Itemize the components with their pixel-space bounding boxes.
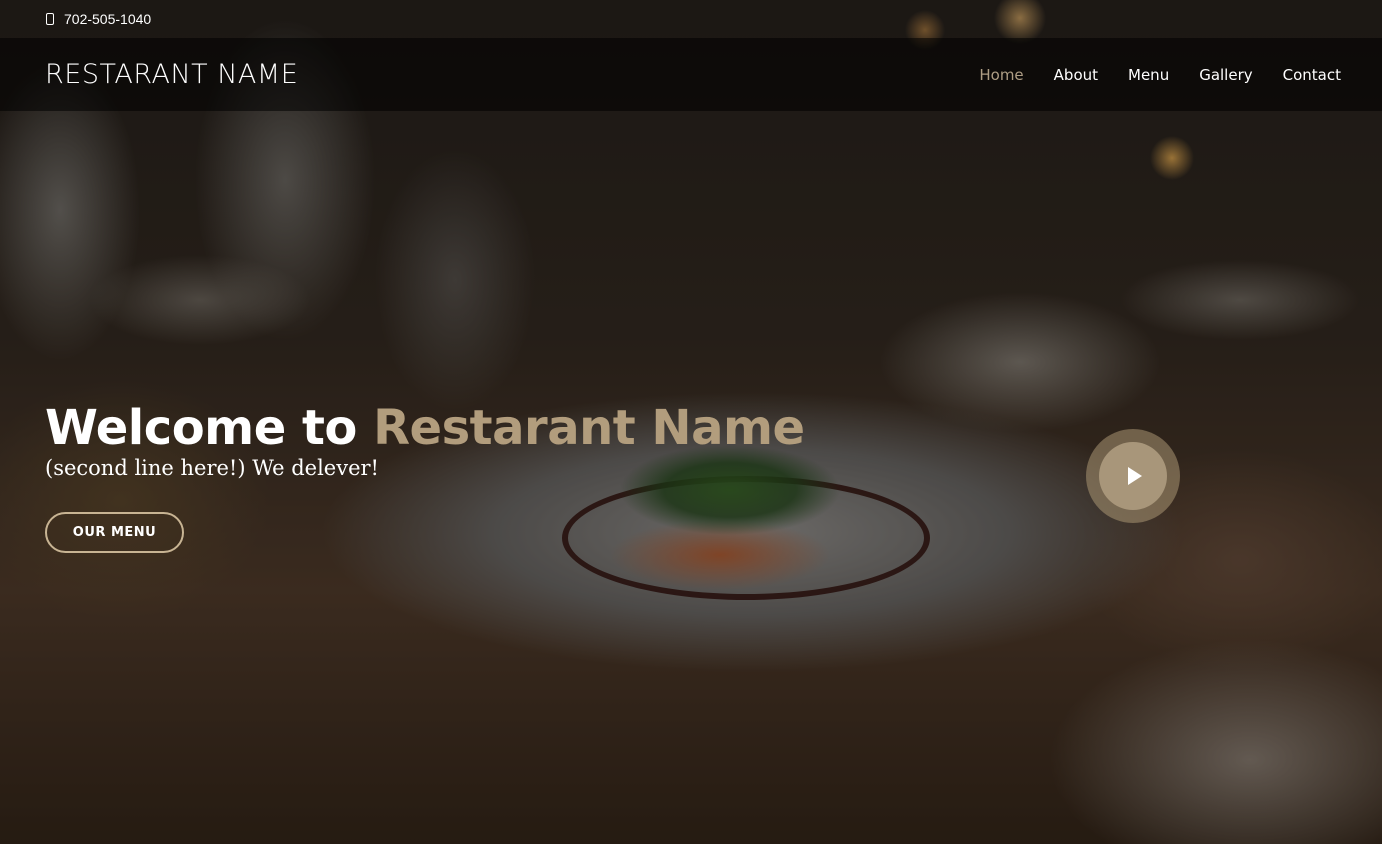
- nav-item-gallery[interactable]: Gallery: [1199, 66, 1252, 84]
- hero-title: Welcome to Restarant Name: [45, 400, 805, 456]
- our-menu-button[interactable]: OUR MENU: [45, 512, 184, 553]
- nav-item-about[interactable]: About: [1054, 66, 1098, 84]
- play-video-button[interactable]: [1086, 429, 1180, 523]
- nav-item-menu[interactable]: Menu: [1128, 66, 1169, 84]
- main-nav: Home About Menu Gallery Contact: [979, 66, 1341, 84]
- nav-item-home[interactable]: Home: [979, 66, 1023, 84]
- play-button-inner: [1099, 442, 1167, 510]
- hero-subtitle: (second line here!) We delever!: [45, 456, 379, 480]
- hero-title-accent: Restarant Name: [373, 400, 805, 456]
- site-header: RESTARANT NAME Home About Menu Gallery C…: [0, 38, 1382, 111]
- top-bar: 702-505-1040: [0, 0, 1382, 38]
- brand-logo[interactable]: RESTARANT NAME: [45, 59, 298, 90]
- phone-icon: [46, 13, 54, 25]
- phone-number[interactable]: 702-505-1040: [64, 11, 151, 27]
- play-icon: [1128, 467, 1142, 485]
- nav-item-contact[interactable]: Contact: [1283, 66, 1341, 84]
- hero-title-prefix: Welcome to: [45, 400, 374, 456]
